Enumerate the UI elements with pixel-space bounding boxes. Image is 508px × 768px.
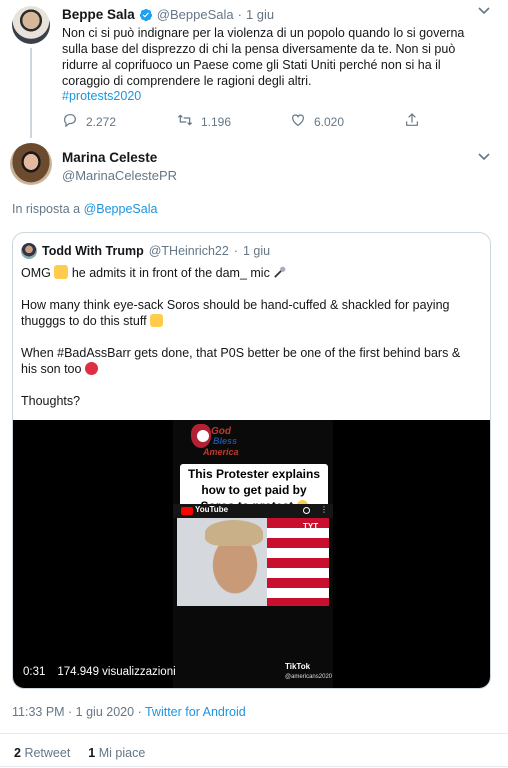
like-icon — [290, 112, 306, 131]
divider — [0, 766, 508, 767]
original-tweet-header: Beppe Sala @BeppeSala · 1 giu — [62, 7, 274, 22]
quoted-line-2: How many think eye-sack Soros should be … — [21, 297, 479, 329]
reply-author-name[interactable]: Marina Celeste — [62, 150, 157, 165]
quoted-line-3: When #BadAssBarr gets done, that P0S bet… — [21, 345, 479, 377]
retweet-icon — [177, 112, 193, 131]
chevron-down-icon[interactable] — [478, 4, 490, 18]
quoted-author-name: Todd With Trump — [42, 244, 144, 258]
like-count: 1 — [88, 746, 96, 760]
quoted-line-1: OMG he admits it in front of the dam_ mi… — [21, 265, 286, 281]
quoted-line-4: Thoughts? — [21, 394, 81, 408]
engagement-counts: 2 Retweet 1 Mi piace — [14, 746, 145, 760]
retweet-count: 1.196 — [201, 114, 232, 129]
retweet-count-link[interactable]: 2 Retweet — [14, 746, 70, 760]
reply-icon — [62, 112, 78, 131]
logo-text-america: America — [203, 447, 239, 457]
video-more-icon: ⋮ — [320, 505, 328, 514]
like-label: Mi piace — [98, 746, 146, 760]
emoji-scream-icon — [54, 265, 69, 279]
retweet-action[interactable]: 1.196 — [177, 112, 231, 131]
reply-prefix: In risposta a — [12, 202, 81, 216]
like-count: 6.020 — [314, 114, 345, 129]
tyt-label: TYT — [303, 522, 319, 531]
like-count-link[interactable]: 1 Mi piace — [88, 746, 145, 760]
author-handle[interactable]: @BeppeSala — [157, 7, 234, 22]
emoji-angry-icon — [84, 362, 98, 375]
share-icon — [404, 112, 420, 131]
quoted-date: 1 giu — [242, 244, 271, 258]
quoted-tweet-header: Todd With Trump @THeinrich22 · 1 giu — [21, 243, 270, 259]
like-action[interactable]: 6.020 — [290, 112, 344, 131]
quoted-tweet-card[interactable]: Todd With Trump @THeinrich22 · 1 giu OMG… — [12, 232, 491, 689]
reply-to-link[interactable]: @BeppeSala — [84, 202, 158, 216]
original-tweet-text: Non ci si può indignare per la violenza … — [62, 26, 465, 88]
god-bless-america-logo: God Bless America — [189, 422, 255, 462]
video-duration: 0:31 — [23, 666, 46, 678]
quoted-omg: OMG — [21, 266, 51, 280]
youtube-bar: YouTube ⋮ — [173, 504, 333, 518]
separator: · — [137, 705, 142, 719]
quoted-author-handle: @THeinrich22 — [148, 244, 229, 258]
author-name[interactable]: Beppe Sala — [62, 7, 135, 22]
quoted-line-1-text: he admits it in front of the dam_ mic — [71, 266, 270, 280]
separator: · — [237, 7, 242, 22]
tiktok-handle: @americans2020 — [285, 674, 333, 680]
share-action[interactable] — [404, 112, 420, 131]
youtube-label: YouTube — [195, 505, 229, 514]
video-search-icon — [303, 507, 310, 514]
beppe-sala-avatar[interactable] — [12, 6, 50, 44]
tiktok-label: TikTok — [285, 662, 311, 671]
todd-avatar — [21, 243, 37, 259]
reply-author-handle[interactable]: @MarinaCelestePR — [62, 168, 177, 183]
reply-action[interactable]: 2.272 — [62, 112, 116, 131]
tweet-date[interactable]: 1 giu — [246, 7, 274, 22]
quoted-line-2-text: How many think eye-sack Soros should be … — [21, 298, 450, 328]
tweet-timestamp[interactable]: 11:33 PM · 1 giu 2020 — [12, 705, 134, 719]
hashtag-link[interactable]: #protests2020 — [62, 89, 141, 103]
video-stats: 0:31 174.949 visualizzazioni — [23, 666, 176, 678]
video-views: 174.949 visualizzazioni — [57, 666, 176, 678]
video-frame-person: TYT — [177, 518, 329, 606]
video-player[interactable]: God Bless America This Protester explain… — [13, 420, 490, 688]
reply-count: 2.272 — [86, 114, 117, 129]
youtube-logo-icon — [181, 507, 193, 515]
tweet-timestamp-row: 11:33 PM · 1 giu 2020 · Twitter for Andr… — [12, 705, 246, 719]
divider — [0, 733, 508, 734]
tiktok-watermark: TikTok @americans2020 — [285, 662, 332, 682]
emoji-mic-icon — [273, 266, 286, 279]
verified-icon — [139, 8, 153, 22]
marina-celeste-avatar[interactable] — [10, 143, 52, 185]
tweet-source-link[interactable]: Twitter for Android — [145, 705, 246, 719]
separator: · — [233, 244, 238, 258]
logo-text-bless: Bless — [213, 436, 238, 446]
retweet-count: 2 — [14, 746, 21, 760]
person-hair — [205, 520, 263, 546]
thread-line — [30, 48, 32, 138]
emoji-raise-hand-icon — [150, 314, 164, 327]
chevron-down-icon[interactable] — [478, 150, 490, 164]
reply-context: In risposta a @BeppeSala — [12, 202, 157, 216]
retweet-label: Retweet — [24, 746, 71, 760]
flag-background — [267, 518, 329, 606]
